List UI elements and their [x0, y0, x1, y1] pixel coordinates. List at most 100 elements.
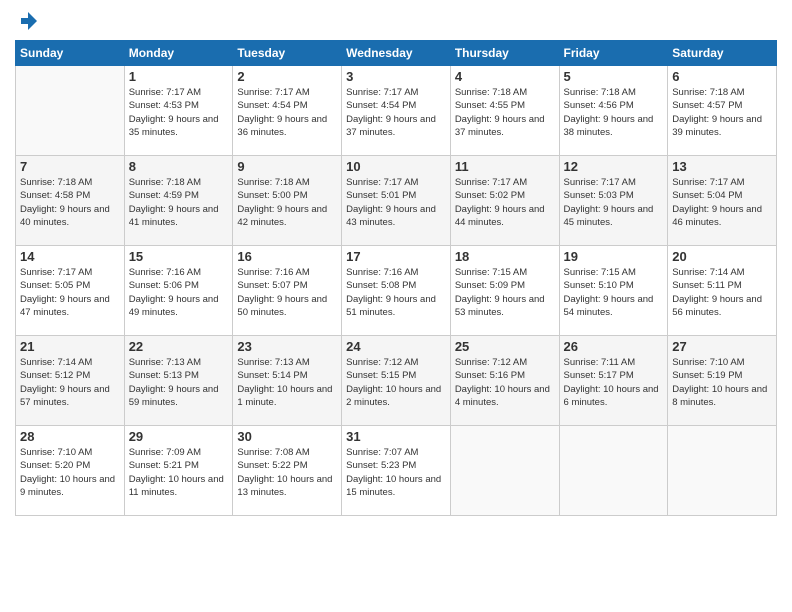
- day-number: 30: [237, 429, 337, 444]
- calendar-cell: [450, 426, 559, 516]
- cell-content: Sunrise: 7:07 AMSunset: 5:23 PMDaylight:…: [346, 446, 446, 499]
- day-number: 18: [455, 249, 555, 264]
- cell-content: Sunrise: 7:10 AMSunset: 5:20 PMDaylight:…: [20, 446, 120, 499]
- calendar-cell: 19 Sunrise: 7:15 AMSunset: 5:10 PMDayligh…: [559, 246, 668, 336]
- col-saturday: Saturday: [668, 41, 777, 66]
- day-number: 23: [237, 339, 337, 354]
- calendar-cell: 23 Sunrise: 7:13 AMSunset: 5:14 PMDayligh…: [233, 336, 342, 426]
- calendar-week-row: 1Sunrise: 7:17 AMSunset: 4:53 PMDaylight…: [16, 66, 777, 156]
- cell-content: Sunrise: 7:18 AMSunset: 4:55 PMDaylight:…: [455, 86, 555, 139]
- day-number: 25: [455, 339, 555, 354]
- calendar-cell: 5 Sunrise: 7:18 AMSunset: 4:56 PMDaylight…: [559, 66, 668, 156]
- calendar-cell: 18 Sunrise: 7:15 AMSunset: 5:09 PMDayligh…: [450, 246, 559, 336]
- calendar-week-row: 21Sunrise: 7:14 AMSunset: 5:12 PMDayligh…: [16, 336, 777, 426]
- cell-content: Sunrise: 7:15 AMSunset: 5:09 PMDaylight:…: [455, 266, 555, 319]
- calendar-cell: 15 Sunrise: 7:16 AMSunset: 5:06 PMDayligh…: [124, 246, 233, 336]
- day-number: 8: [129, 159, 229, 174]
- calendar-cell: 20 Sunrise: 7:14 AMSunset: 5:11 PMDayligh…: [668, 246, 777, 336]
- calendar-cell: 2 Sunrise: 7:17 AMSunset: 4:54 PMDaylight…: [233, 66, 342, 156]
- day-number: 29: [129, 429, 229, 444]
- calendar-cell: 22 Sunrise: 7:13 AMSunset: 5:13 PMDayligh…: [124, 336, 233, 426]
- page: Sunday Monday Tuesday Wednesday Thursday…: [0, 0, 792, 612]
- calendar-cell: 31 Sunrise: 7:07 AMSunset: 5:23 PMDayligh…: [342, 426, 451, 516]
- calendar-cell: 21Sunrise: 7:14 AMSunset: 5:12 PMDayligh…: [16, 336, 125, 426]
- day-number: 6: [672, 69, 772, 84]
- calendar-week-row: 7 Sunrise: 7:18 AMSunset: 4:58 PMDaylight…: [16, 156, 777, 246]
- cell-content: Sunrise: 7:11 AMSunset: 5:17 PMDaylight:…: [564, 356, 664, 409]
- calendar-cell: 3 Sunrise: 7:17 AMSunset: 4:54 PMDaylight…: [342, 66, 451, 156]
- cell-content: Sunrise: 7:14 AMSunset: 5:12 PMDaylight:…: [20, 356, 120, 409]
- day-number: 20: [672, 249, 772, 264]
- cell-content: Sunrise: 7:17 AMSunset: 5:01 PMDaylight:…: [346, 176, 446, 229]
- cell-content: Sunrise: 7:14 AMSunset: 5:11 PMDaylight:…: [672, 266, 772, 319]
- cell-content: Sunrise: 7:10 AMSunset: 5:19 PMDaylight:…: [672, 356, 772, 409]
- day-number: 9: [237, 159, 337, 174]
- day-number: 3: [346, 69, 446, 84]
- day-number: 24: [346, 339, 446, 354]
- calendar-cell: [16, 66, 125, 156]
- calendar-cell: 24 Sunrise: 7:12 AMSunset: 5:15 PMDayligh…: [342, 336, 451, 426]
- cell-content: Sunrise: 7:17 AMSunset: 5:05 PMDaylight:…: [20, 266, 120, 319]
- calendar-cell: 30 Sunrise: 7:08 AMSunset: 5:22 PMDayligh…: [233, 426, 342, 516]
- calendar-cell: 8 Sunrise: 7:18 AMSunset: 4:59 PMDaylight…: [124, 156, 233, 246]
- cell-content: Sunrise: 7:17 AMSunset: 4:54 PMDaylight:…: [237, 86, 337, 139]
- header: [15, 10, 777, 32]
- day-number: 7: [20, 159, 120, 174]
- cell-content: Sunrise: 7:18 AMSunset: 4:56 PMDaylight:…: [564, 86, 664, 139]
- cell-content: Sunrise: 7:15 AMSunset: 5:10 PMDaylight:…: [564, 266, 664, 319]
- cell-content: Sunrise: 7:12 AMSunset: 5:15 PMDaylight:…: [346, 356, 446, 409]
- cell-content: Sunrise: 7:17 AMSunset: 5:03 PMDaylight:…: [564, 176, 664, 229]
- col-monday: Monday: [124, 41, 233, 66]
- col-tuesday: Tuesday: [233, 41, 342, 66]
- day-number: 17: [346, 249, 446, 264]
- day-number: 10: [346, 159, 446, 174]
- cell-content: Sunrise: 7:17 AMSunset: 4:54 PMDaylight:…: [346, 86, 446, 139]
- day-number: 27: [672, 339, 772, 354]
- calendar-week-row: 14 Sunrise: 7:17 AMSunset: 5:05 PMDayligh…: [16, 246, 777, 336]
- calendar-cell: [668, 426, 777, 516]
- day-number: 5: [564, 69, 664, 84]
- calendar-cell: [559, 426, 668, 516]
- day-number: 4: [455, 69, 555, 84]
- calendar-cell: 1Sunrise: 7:17 AMSunset: 4:53 PMDaylight…: [124, 66, 233, 156]
- col-wednesday: Wednesday: [342, 41, 451, 66]
- day-number: 22: [129, 339, 229, 354]
- calendar-cell: 14 Sunrise: 7:17 AMSunset: 5:05 PMDayligh…: [16, 246, 125, 336]
- calendar-week-row: 28 Sunrise: 7:10 AMSunset: 5:20 PMDayligh…: [16, 426, 777, 516]
- cell-content: Sunrise: 7:17 AMSunset: 5:04 PMDaylight:…: [672, 176, 772, 229]
- calendar-cell: 9 Sunrise: 7:18 AMSunset: 5:00 PMDaylight…: [233, 156, 342, 246]
- day-number: 2: [237, 69, 337, 84]
- day-number: 15: [129, 249, 229, 264]
- calendar-cell: 13Sunrise: 7:17 AMSunset: 5:04 PMDayligh…: [668, 156, 777, 246]
- cell-content: Sunrise: 7:18 AMSunset: 5:00 PMDaylight:…: [237, 176, 337, 229]
- day-number: 14: [20, 249, 120, 264]
- cell-content: Sunrise: 7:16 AMSunset: 5:07 PMDaylight:…: [237, 266, 337, 319]
- day-number: 28: [20, 429, 120, 444]
- col-sunday: Sunday: [16, 41, 125, 66]
- logo-flag-icon: [17, 10, 39, 32]
- calendar-cell: 16Sunrise: 7:16 AMSunset: 5:07 PMDayligh…: [233, 246, 342, 336]
- calendar-cell: 7 Sunrise: 7:18 AMSunset: 4:58 PMDaylight…: [16, 156, 125, 246]
- calendar-cell: 26Sunrise: 7:11 AMSunset: 5:17 PMDayligh…: [559, 336, 668, 426]
- calendar-cell: 25Sunrise: 7:12 AMSunset: 5:16 PMDayligh…: [450, 336, 559, 426]
- day-number: 19: [564, 249, 664, 264]
- cell-content: Sunrise: 7:17 AMSunset: 5:02 PMDaylight:…: [455, 176, 555, 229]
- calendar-cell: 17Sunrise: 7:16 AMSunset: 5:08 PMDayligh…: [342, 246, 451, 336]
- calendar-header-row: Sunday Monday Tuesday Wednesday Thursday…: [16, 41, 777, 66]
- cell-content: Sunrise: 7:13 AMSunset: 5:14 PMDaylight:…: [237, 356, 337, 409]
- day-number: 12: [564, 159, 664, 174]
- cell-content: Sunrise: 7:08 AMSunset: 5:22 PMDaylight:…: [237, 446, 337, 499]
- calendar-cell: 6Sunrise: 7:18 AMSunset: 4:57 PMDaylight…: [668, 66, 777, 156]
- cell-content: Sunrise: 7:18 AMSunset: 4:58 PMDaylight:…: [20, 176, 120, 229]
- day-number: 11: [455, 159, 555, 174]
- day-number: 31: [346, 429, 446, 444]
- calendar-cell: 11 Sunrise: 7:17 AMSunset: 5:02 PMDayligh…: [450, 156, 559, 246]
- logo: [15, 10, 39, 32]
- calendar-cell: 27 Sunrise: 7:10 AMSunset: 5:19 PMDayligh…: [668, 336, 777, 426]
- calendar-cell: 28 Sunrise: 7:10 AMSunset: 5:20 PMDayligh…: [16, 426, 125, 516]
- cell-content: Sunrise: 7:18 AMSunset: 4:59 PMDaylight:…: [129, 176, 229, 229]
- col-friday: Friday: [559, 41, 668, 66]
- cell-content: Sunrise: 7:13 AMSunset: 5:13 PMDaylight:…: [129, 356, 229, 409]
- calendar-cell: 4 Sunrise: 7:18 AMSunset: 4:55 PMDaylight…: [450, 66, 559, 156]
- cell-content: Sunrise: 7:16 AMSunset: 5:06 PMDaylight:…: [129, 266, 229, 319]
